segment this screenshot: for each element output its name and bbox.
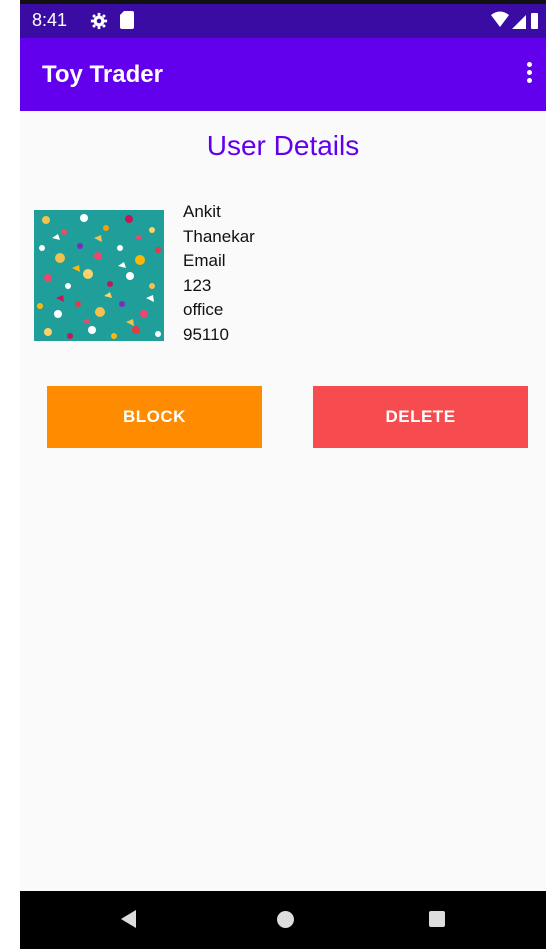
page-title: User Details <box>206 130 360 161</box>
user-zip: 95110 <box>183 324 230 344</box>
block-button[interactable]: BLOCK <box>47 386 262 448</box>
user-avatar <box>34 210 164 341</box>
home-icon[interactable] <box>277 911 294 928</box>
user-details: Ankit Thanekar Email 123 office 95110 <box>183 200 255 347</box>
battery-icon <box>531 13 538 29</box>
app-bar: Toy Trader <box>20 38 546 111</box>
patterned-toy-image <box>34 210 164 341</box>
back-icon[interactable] <box>121 910 136 928</box>
app-title: Toy Trader <box>42 61 163 88</box>
user-email: Email <box>183 251 226 270</box>
user-phone: 123 <box>183 275 212 295</box>
recents-icon[interactable] <box>429 911 445 927</box>
user-first-name: Ankit <box>183 202 221 221</box>
user-last-name: Thanekar <box>183 226 255 246</box>
status-bar: 8:41 <box>20 0 546 38</box>
status-time: 8:41 <box>32 10 68 30</box>
phone-screen: 8:41 Toy Trader User Details Ankit Thane… <box>20 0 546 949</box>
delete-button[interactable]: DELETE <box>313 386 528 448</box>
more-vert-icon[interactable] <box>524 62 534 88</box>
status-icons <box>491 11 538 29</box>
user-address: office <box>183 300 224 319</box>
navigation-bar <box>20 891 546 949</box>
gear-icon <box>90 12 108 30</box>
wifi-icon <box>491 11 509 27</box>
signal-icon <box>512 15 526 29</box>
sd-card-icon <box>120 11 134 29</box>
